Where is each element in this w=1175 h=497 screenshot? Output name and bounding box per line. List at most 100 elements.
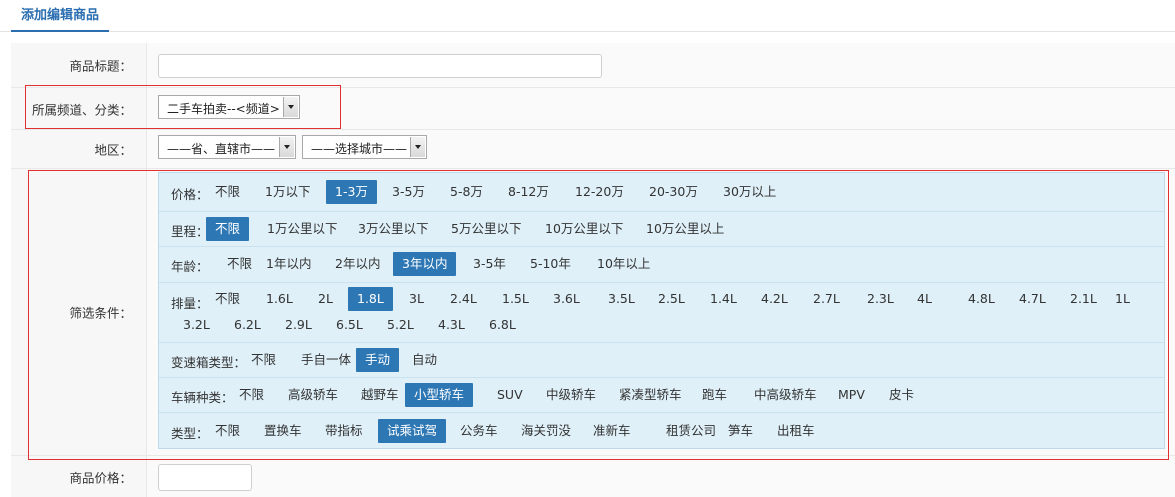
tab-add-edit-product[interactable]: 添加编辑商品 [11,8,110,32]
filter-row-3: 排量： 不限 1.6L 2L 1.8L 3L 2.4L 1.5L 3.6L 3.5L 2.5L 1.4… [159,282,1164,343]
filter-option[interactable]: MPV [829,383,874,407]
filter-option-selected[interactable]: 不限 [206,216,250,241]
channel-select[interactable]: 二手车拍卖--<频道> [158,95,300,119]
filter-label: 车辆种类： [171,389,234,405]
filter-option[interactable]: 高级轿车 [279,383,347,407]
filter-label: 排量： [171,296,209,311]
filter-option[interactable]: 5-8万 [441,180,492,204]
filter-option[interactable]: 2.9L [276,313,321,337]
filter-option[interactable]: 10年以上 [588,252,659,276]
filter-label: 年龄： [171,259,209,274]
filter-option[interactable]: 笋车 [719,419,762,443]
filter-option[interactable]: 5-10年 [521,252,580,276]
filter-option[interactable]: 2.5L [649,287,694,311]
filter-option[interactable]: 1.6L [257,287,302,311]
filter-option[interactable]: 1.5L [493,287,538,311]
filter-option-selected[interactable]: 试乘试驾 [378,418,447,443]
filter-option[interactable]: 2.3L [858,287,903,311]
chevron-down-icon[interactable] [410,137,425,157]
province-select[interactable]: ——省、直辖市—— [158,135,296,159]
chevron-down-icon[interactable] [283,97,298,117]
filter-option[interactable]: 紧凑型轿车 [610,383,691,407]
filter-option[interactable]: 10万公里以上 [637,217,733,241]
filter-option[interactable]: 6.5L [327,313,372,337]
title-label: 商品标题： [69,58,132,74]
filter-option-selected[interactable]: 小型轿车 [405,382,474,407]
filter-option[interactable]: 12-20万 [566,180,633,204]
filter-option[interactable]: 1.4L [701,287,746,311]
filter-option-selected[interactable]: 1.8L [348,287,393,311]
filter-option[interactable]: 中高级轿车 [745,383,826,407]
filter-option[interactable]: 不限 [206,419,249,443]
filter-option[interactable]: 4.8L [959,287,1004,311]
filter-option[interactable]: 10万公里以下 [536,217,632,241]
filter-option[interactable]: 不限 [218,252,261,276]
filter-option-selected[interactable]: 1-3万 [326,180,377,204]
filter-row-4: 变速箱类型： 不限 手自一体 手动 自动 [159,342,1164,378]
filter-option[interactable]: 2.7L [804,287,849,311]
filter-option[interactable]: 4L [908,287,941,311]
filter-option[interactable]: 4.7L [1010,287,1055,311]
filter-row-2: 年龄： 不限 1年以内 2年以内 3年以内 3-5年 5-10年 10年以上 [159,246,1164,283]
title-input[interactable] [158,54,602,78]
filter-label: 里程： [171,223,209,239]
filter-option[interactable]: 3.5L [599,287,644,311]
filter-option[interactable]: 3-5年 [464,252,515,276]
filter-option[interactable]: 1年以内 [257,252,320,276]
filter-option[interactable]: 6.8L [480,313,525,337]
filter-option[interactable]: 2.4L [441,287,486,311]
channel-select-value: 二手车拍卖--<频道> [167,102,280,116]
filter-option[interactable]: 租赁公司 [657,419,725,443]
filter-option[interactable]: 不限 [242,348,285,372]
filter-option[interactable]: 不限 [230,383,273,407]
channel-row: 所属频道、分类： 二手车拍卖--<频道> [11,88,1175,130]
filter-option[interactable]: 中级轿车 [537,383,605,407]
filter-option[interactable]: 2年以内 [326,252,389,276]
filter-option[interactable]: 3万公里以下 [349,217,437,241]
filter-panel: 价格： 不限 1万以下 1-3万 3-5万 5-8万 8-12万 12-20万 20-30万 30… [158,172,1165,449]
city-select[interactable]: ——选择城市—— [302,135,427,159]
filter-option[interactable]: 准新车 [584,419,640,443]
filter-option[interactable]: 30万以上 [714,180,785,204]
filter-option[interactable]: 越野车 [352,383,408,407]
filter-option[interactable]: 5万公里以下 [442,217,530,241]
filter-option[interactable]: 2L [309,287,342,311]
filter-option[interactable]: 置换车 [255,419,311,443]
filter-option-selected[interactable]: 手动 [356,347,400,372]
filter-option[interactable]: 4.3L [429,313,474,337]
filter-option[interactable]: 2.1L [1061,287,1106,311]
filter-option[interactable]: 3-5万 [383,180,434,204]
city-select-value: ——选择城市—— [311,142,408,156]
filter-option[interactable]: 4.2L [752,287,797,311]
filter-option[interactable]: 3L [400,287,433,311]
filter-row-1: 里程： 不限 1万公里以下 3万公里以下 5万公里以下 10万公里以下 10万公里以上 [159,211,1164,247]
region-row: 地区： ——省、直辖市—— ——选择城市—— [11,130,1175,169]
filter-option[interactable]: 6.2L [225,313,270,337]
filter-option[interactable]: 出租车 [768,419,824,443]
filter-option[interactable]: 3.6L [544,287,589,311]
filter-option-selected[interactable]: 3年以内 [393,252,457,276]
filter-option[interactable]: 海关罚没 [512,419,580,443]
filter-option[interactable]: 带指标 [316,419,372,443]
filter-label: 类型： [171,425,209,441]
filter-option[interactable]: 公务车 [451,419,507,443]
filter-option[interactable]: 3.2L [174,313,219,337]
filter-option[interactable]: 手自一体 [292,348,360,372]
filter-option[interactable]: 不限 [206,180,249,204]
filter-option[interactable]: 5.2L [378,313,423,337]
filter-option[interactable]: 8-12万 [499,180,558,204]
filter-option[interactable]: 1万以下 [256,180,319,204]
filter-option[interactable]: 皮卡 [880,383,923,407]
filter-option[interactable]: 跑车 [693,383,736,407]
filter-option[interactable]: 1万公里以下 [258,217,346,241]
filter-option[interactable]: 不限 [206,287,249,311]
tab-bar: 添加编辑商品 [0,0,1175,32]
price-input[interactable] [158,464,252,491]
filter-option[interactable]: 1L [1106,287,1139,311]
price-label: 商品价格： [69,470,132,485]
filter-option[interactable]: SUV [488,383,532,407]
chevron-down-icon[interactable] [279,137,294,157]
filter-option[interactable]: 自动 [403,348,446,372]
filter-option[interactable]: 20-30万 [640,180,707,204]
filter-label: 价格： [171,187,209,202]
